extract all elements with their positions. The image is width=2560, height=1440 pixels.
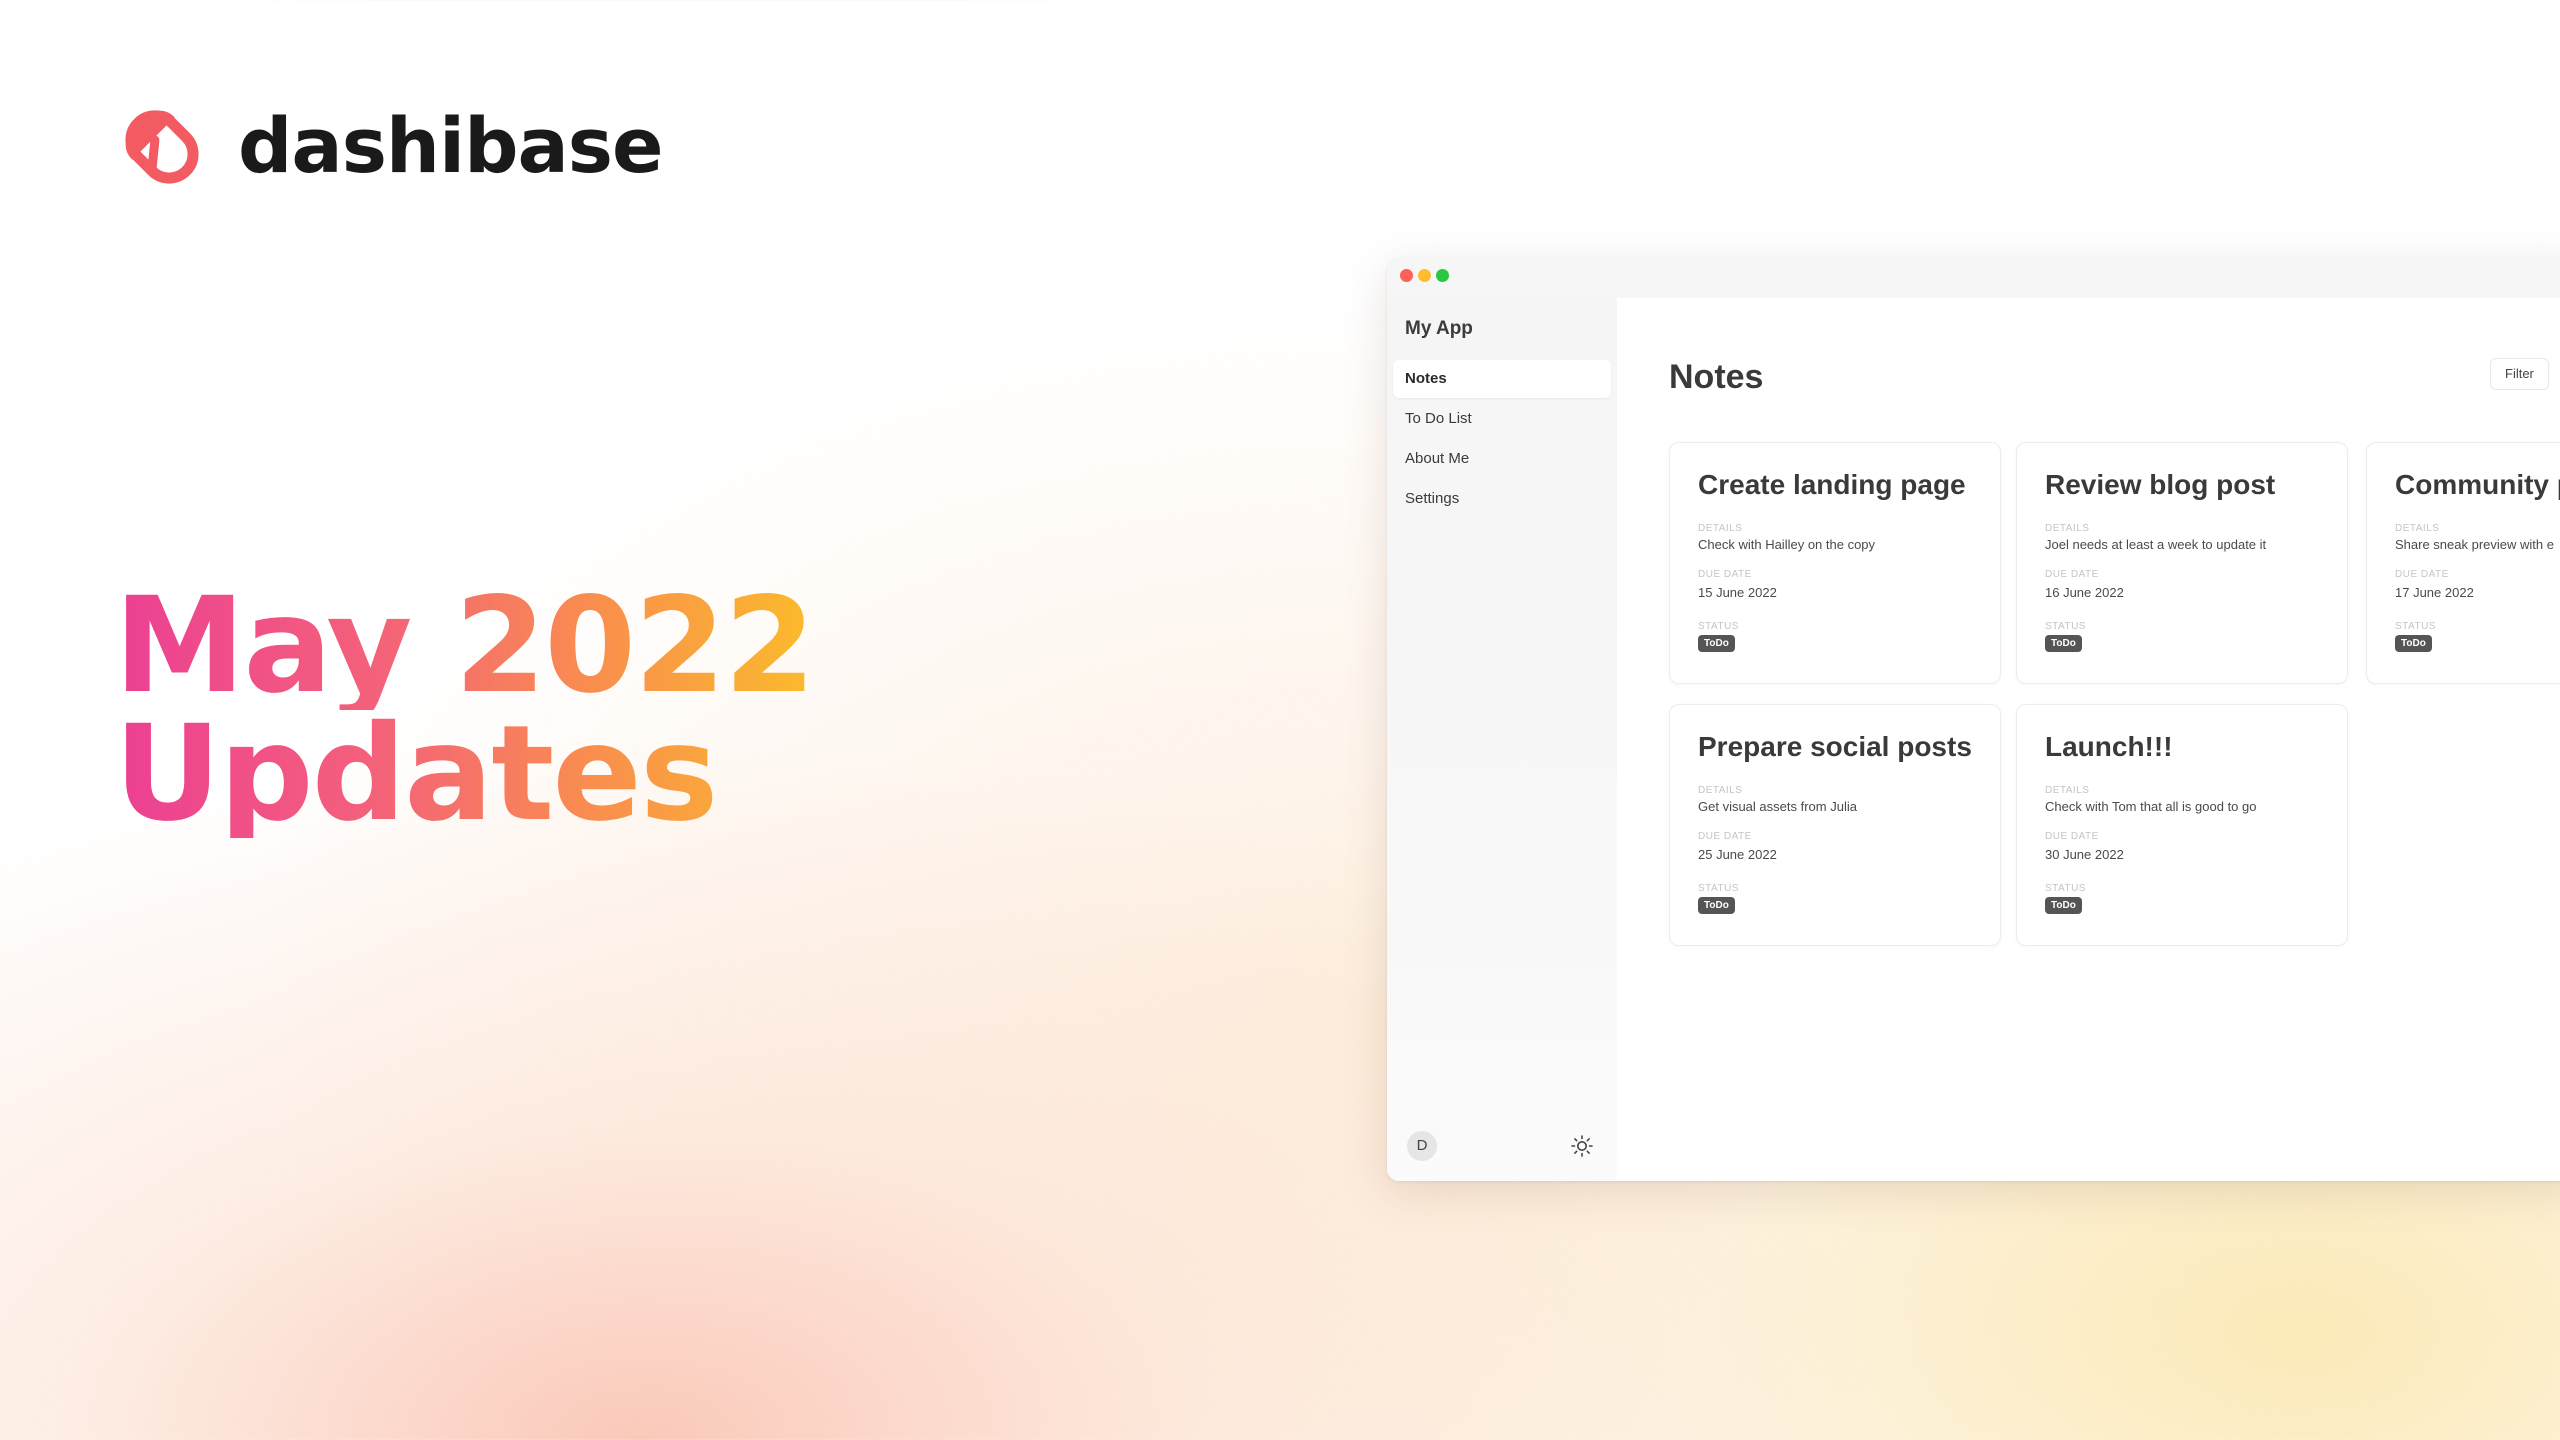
window-titlebar [1387, 258, 2560, 298]
status-badge: ToDo [2045, 635, 2082, 652]
avatar[interactable]: D [1407, 1131, 1437, 1161]
main-content: Notes Filter Create landing page DETAILS… [1617, 298, 2560, 1181]
status-label: STATUS [1698, 621, 1739, 632]
due-date-value: 30 June 2022 [2045, 847, 2124, 862]
due-date-value: 16 June 2022 [2045, 585, 2124, 600]
filter-button[interactable]: Filter [2490, 358, 2549, 390]
note-card[interactable]: Prepare social posts DETAILS Get visual … [1669, 704, 2001, 946]
status-label: STATUS [1698, 883, 1739, 894]
page-title: Notes [1669, 358, 1764, 396]
details-label: DETAILS [1698, 523, 1743, 534]
due-date-label: DUE DATE [2045, 831, 2099, 842]
hero-line-1: May 2022 [114, 580, 834, 712]
note-card[interactable]: Community p DETAILS Share sneak preview … [2366, 442, 2560, 684]
sidebar-item-to-do-list[interactable]: To Do List [1393, 400, 1611, 438]
details-value: Share sneak preview with e [2395, 537, 2554, 552]
close-window-button[interactable] [1400, 269, 1413, 282]
due-date-value: 25 June 2022 [1698, 847, 1777, 862]
app-title: My App [1405, 318, 1473, 339]
note-card-title: Prepare social posts [1698, 731, 1972, 762]
details-label: DETAILS [1698, 785, 1743, 796]
sidebar-nav: Notes To Do List About Me Settings [1393, 360, 1611, 520]
due-date-label: DUE DATE [2045, 569, 2099, 580]
sidebar-item-settings[interactable]: Settings [1393, 480, 1611, 518]
note-card[interactable]: Create landing page DETAILS Check with H… [1669, 442, 2001, 684]
details-value: Check with Hailley on the copy [1698, 537, 1876, 552]
details-value: Check with Tom that all is good to go [2045, 799, 2257, 814]
hero-line-2: Updates [114, 708, 834, 840]
note-card-title: Launch!!! [2045, 731, 2173, 762]
sun-icon[interactable] [1569, 1133, 1595, 1159]
maximize-window-button[interactable] [1436, 269, 1449, 282]
note-card-title: Community p [2395, 469, 2560, 500]
status-label: STATUS [2045, 883, 2086, 894]
status-badge: ToDo [1698, 897, 1735, 914]
details-label: DETAILS [2395, 523, 2440, 534]
brand: dashibase [118, 100, 664, 190]
note-card-title: Review blog post [2045, 469, 2276, 500]
status-label: STATUS [2045, 621, 2086, 632]
brand-name: dashibase [238, 100, 664, 190]
minimize-window-button[interactable] [1418, 269, 1431, 282]
note-card[interactable]: Launch!!! DETAILS Check with Tom that al… [2016, 704, 2348, 946]
details-label: DETAILS [2045, 523, 2090, 534]
dashibase-logo-icon [125, 110, 199, 184]
status-badge: ToDo [2045, 897, 2082, 914]
status-badge: ToDo [1698, 635, 1735, 652]
details-value: Get visual assets from Julia [1698, 799, 1857, 814]
sidebar: My App Notes To Do List About Me Setting… [1387, 298, 1617, 1181]
due-date-value: 17 June 2022 [2395, 585, 2474, 600]
status-label: STATUS [2395, 621, 2436, 632]
details-value: Joel needs at least a week to update it [2045, 537, 2267, 552]
app-window: My App Notes To Do List About Me Setting… [1387, 258, 2560, 1181]
details-label: DETAILS [2045, 785, 2090, 796]
note-card[interactable]: Review blog post DETAILS Joel needs at l… [2016, 442, 2348, 684]
note-card-title: Create landing page [1698, 469, 1966, 500]
sidebar-item-notes[interactable]: Notes [1393, 360, 1611, 398]
status-badge: ToDo [2395, 635, 2432, 652]
hero-heading: May 2022 Updates [114, 580, 834, 840]
due-date-label: DUE DATE [1698, 831, 1752, 842]
due-date-label: DUE DATE [2395, 569, 2449, 580]
due-date-label: DUE DATE [1698, 569, 1752, 580]
due-date-value: 15 June 2022 [1698, 585, 1777, 600]
sidebar-item-about-me[interactable]: About Me [1393, 440, 1611, 478]
